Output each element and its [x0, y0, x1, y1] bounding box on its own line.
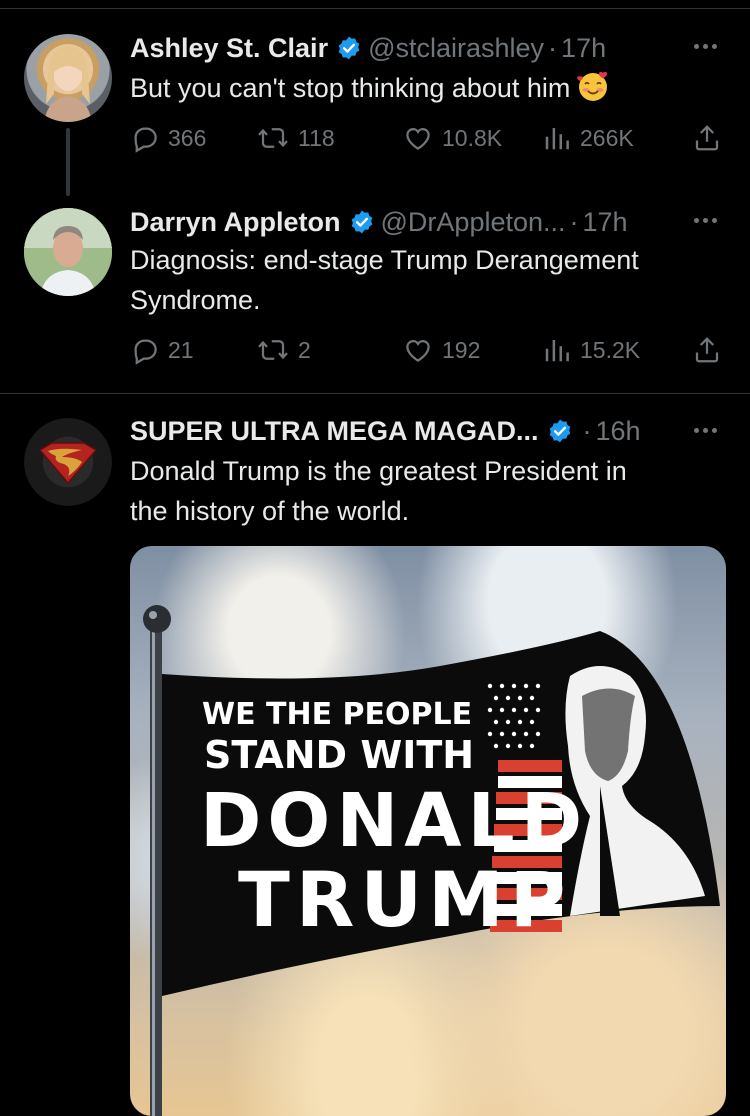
smiling-face-with-hearts-icon — [576, 69, 610, 114]
tweet-text-content: But you can't stop thinking about him — [130, 73, 571, 103]
verified-badge-icon — [547, 418, 573, 444]
flag-line-3: DONALD — [200, 778, 588, 864]
heart-icon — [406, 128, 430, 150]
flag-line-1: WE THE PEOPLE — [202, 697, 472, 732]
views-chart-icon — [545, 128, 569, 150]
view-count: 266K — [580, 124, 634, 151]
flag-illustration: WE THE PEOPLE STAND WITH DONALD TRUMP — [143, 605, 720, 1116]
retweet-button[interactable]: 2 — [256, 330, 311, 370]
avatar[interactable] — [24, 418, 112, 506]
superman-shield-icon — [38, 442, 98, 484]
views-chart-icon — [545, 340, 569, 362]
more-options-icon[interactable] — [694, 44, 717, 49]
author-name[interactable]: SUPER ULTRA MEGA MAGAD... — [130, 416, 539, 447]
tweet-text-line: Syndrome. — [130, 285, 261, 315]
share-button[interactable] — [692, 118, 722, 158]
heart-icon — [406, 340, 430, 362]
retweet-icon — [258, 128, 288, 148]
tweet-divider — [0, 393, 750, 394]
top-divider — [0, 8, 750, 9]
tweet-text-line: Diagnosis: end-stage Trump Derangement — [130, 245, 639, 275]
flag-line-2: STAND WITH — [204, 733, 474, 777]
tweet-text: Donald Trump is the greatest President i… — [130, 451, 720, 531]
tweet-header: Ashley St. Clair @stclairashley · 17h — [130, 28, 606, 68]
timestamp[interactable]: 17h — [583, 207, 628, 238]
retweet-icon — [258, 340, 288, 360]
author-name[interactable]: Ashley St. Clair — [130, 33, 328, 64]
tweet-actions: 366 118 10.8K 266K — [130, 118, 730, 158]
like-count: 192 — [442, 336, 481, 363]
tweet-header: SUPER ULTRA MEGA MAGAD... · 16h — [130, 411, 641, 451]
author-name[interactable]: Darryn Appleton — [130, 207, 341, 238]
tweet-text: But you can't stop thinking about him — [130, 68, 720, 114]
tweet-image[interactable]: WE THE PEOPLE STAND WITH DONALD TRUMP — [130, 546, 726, 1116]
thread-connector-line — [66, 128, 70, 196]
tweet-text-line: the history of the world. — [130, 496, 410, 526]
author-handle[interactable]: @stclairashley — [368, 33, 544, 64]
separator-dot: · — [582, 415, 592, 446]
avatar[interactable] — [24, 34, 112, 122]
timestamp[interactable]: 16h — [596, 416, 641, 447]
views-button[interactable]: 15.2K — [542, 330, 640, 370]
separator-dot: · — [548, 32, 558, 63]
reply-icon — [134, 127, 157, 153]
tweet-header: Darryn Appleton @DrAppleton... · 17h — [130, 202, 628, 242]
timestamp[interactable]: 17h — [561, 33, 606, 64]
share-icon — [695, 125, 719, 151]
more-options-icon[interactable] — [694, 428, 717, 433]
avatar[interactable] — [24, 208, 112, 296]
more-options-icon[interactable] — [694, 218, 717, 223]
like-button[interactable]: 192 — [402, 330, 480, 370]
retweet-count: 118 — [298, 124, 335, 151]
share-button[interactable] — [692, 330, 722, 370]
views-button[interactable]: 266K — [542, 118, 634, 158]
like-button[interactable]: 10.8K — [402, 118, 502, 158]
retweet-count: 2 — [298, 336, 311, 363]
reply-count: 21 — [168, 336, 194, 363]
reply-icon — [134, 339, 157, 365]
reply-count: 366 — [168, 124, 207, 151]
tweet-actions: 21 2 192 15.2K — [130, 330, 730, 370]
reply-button[interactable]: 21 — [130, 330, 194, 370]
verified-badge-icon — [349, 209, 375, 235]
retweet-button[interactable]: 118 — [256, 118, 335, 158]
tweet-text: Diagnosis: end-stage Trump Derangement S… — [130, 240, 720, 320]
separator-dot: · — [569, 206, 579, 237]
view-count: 15.2K — [580, 336, 641, 363]
like-count: 10.8K — [442, 124, 503, 151]
reply-button[interactable]: 366 — [130, 118, 206, 158]
share-icon — [695, 337, 719, 363]
flag-line-4: TRUMP — [238, 855, 571, 944]
tweet-text-line: Donald Trump is the greatest President i… — [130, 456, 627, 486]
author-handle[interactable]: @DrAppleton... — [381, 207, 566, 238]
verified-badge-icon — [336, 35, 362, 61]
